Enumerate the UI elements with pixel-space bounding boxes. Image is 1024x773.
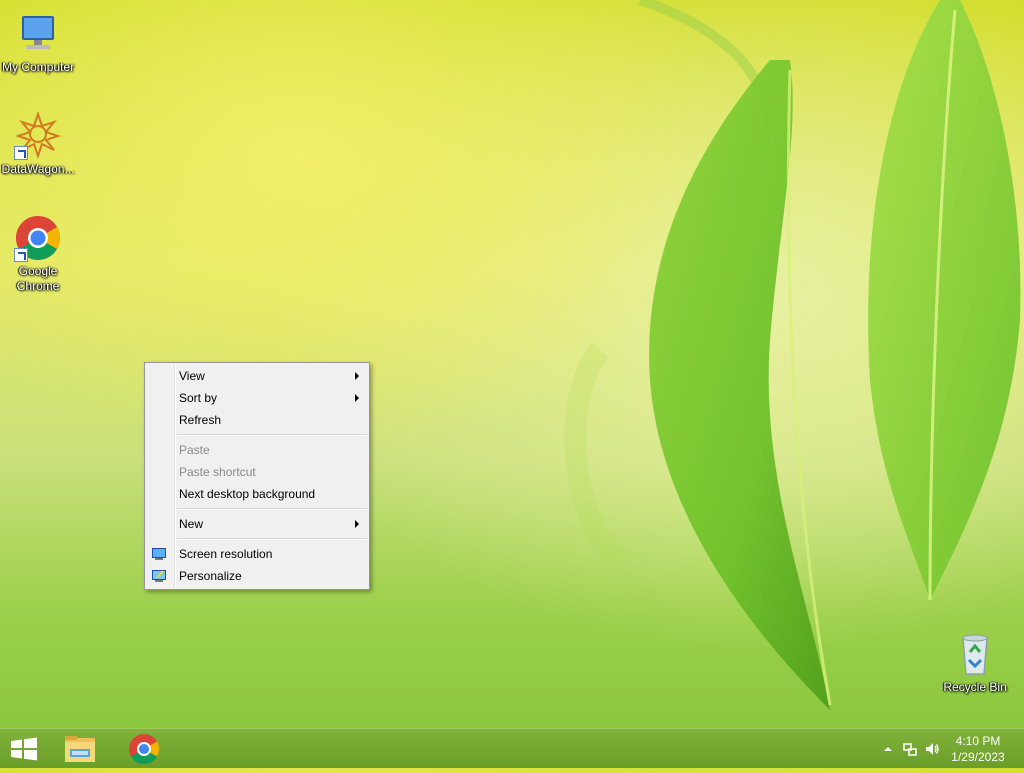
menu-item-label: New bbox=[179, 517, 204, 531]
recycle-bin-icon bbox=[962, 634, 988, 675]
system-tray: 4:10 PM 1/29/2023 bbox=[864, 729, 1024, 769]
desktop-icon-label: My Computer bbox=[1, 60, 75, 74]
folder-icon bbox=[65, 736, 95, 762]
menu-item-refresh[interactable]: Refresh bbox=[145, 409, 369, 431]
menu-item-sort-by[interactable]: Sort by bbox=[145, 387, 369, 409]
desktop-icon-my-computer[interactable]: My Computer bbox=[0, 10, 76, 75]
taskbar-clock[interactable]: 4:10 PM 1/29/2023 bbox=[948, 733, 1008, 765]
menu-item-label: Personalize bbox=[179, 569, 242, 583]
menu-item-view[interactable]: View bbox=[145, 365, 369, 387]
menu-separator bbox=[177, 508, 367, 510]
desktop-icon-google-chrome[interactable]: Google Chrome bbox=[0, 214, 76, 294]
computer-icon bbox=[22, 16, 54, 49]
volume-icon[interactable] bbox=[924, 741, 940, 757]
desktop-icon-label: Recycle Bin bbox=[943, 680, 1007, 694]
personalize-icon bbox=[152, 570, 166, 582]
menu-item-next-desktop-background[interactable]: Next desktop background bbox=[145, 483, 369, 505]
start-button[interactable] bbox=[0, 729, 48, 769]
desktop-icon-datawagon[interactable]: DataWagon... bbox=[0, 110, 76, 177]
desktop-icon-label: Google Chrome bbox=[16, 264, 60, 293]
menu-item-paste-shortcut: Paste shortcut bbox=[145, 461, 369, 483]
windows-logo-icon bbox=[11, 737, 37, 761]
shortcut-arrow-icon bbox=[14, 248, 28, 262]
menu-item-paste: Paste bbox=[145, 439, 369, 461]
menu-item-new[interactable]: New bbox=[145, 513, 369, 535]
menu-item-label: Screen resolution bbox=[179, 547, 273, 561]
menu-item-screen-resolution[interactable]: Screen resolution bbox=[145, 543, 369, 565]
menu-item-label: Next desktop background bbox=[179, 487, 316, 501]
submenu-arrow-icon bbox=[355, 520, 359, 528]
show-hidden-icons-icon[interactable] bbox=[880, 741, 896, 757]
taskbar-chrome-button[interactable] bbox=[120, 729, 168, 769]
menu-item-label: Sort by bbox=[179, 391, 218, 405]
menu-item-label: Refresh bbox=[179, 413, 222, 427]
desktop-context-menu: View Sort by Refresh Paste Paste shortcu… bbox=[144, 362, 370, 590]
taskbar-file-explorer-button[interactable] bbox=[56, 729, 104, 769]
menu-item-personalize[interactable]: Personalize bbox=[145, 565, 369, 587]
menu-separator bbox=[177, 538, 367, 540]
submenu-arrow-icon bbox=[355, 372, 359, 380]
menu-item-label: View bbox=[179, 369, 205, 383]
taskbar: 4:10 PM 1/29/2023 bbox=[0, 728, 1024, 768]
menu-item-label: Paste bbox=[179, 443, 210, 457]
clock-date: 1/29/2023 bbox=[951, 750, 1005, 764]
submenu-arrow-icon bbox=[355, 394, 359, 402]
menu-item-label: Paste shortcut bbox=[179, 465, 256, 479]
desktop-icon-label: DataWagon... bbox=[1, 162, 75, 176]
chrome-icon bbox=[129, 734, 160, 765]
display-icon bbox=[152, 548, 166, 560]
clock-time: 4:10 PM bbox=[955, 734, 1001, 748]
network-icon[interactable] bbox=[902, 741, 918, 757]
menu-separator bbox=[177, 434, 367, 436]
shortcut-arrow-icon bbox=[14, 146, 28, 160]
desktop-icon-recycle-bin[interactable]: Recycle Bin bbox=[937, 630, 1013, 695]
